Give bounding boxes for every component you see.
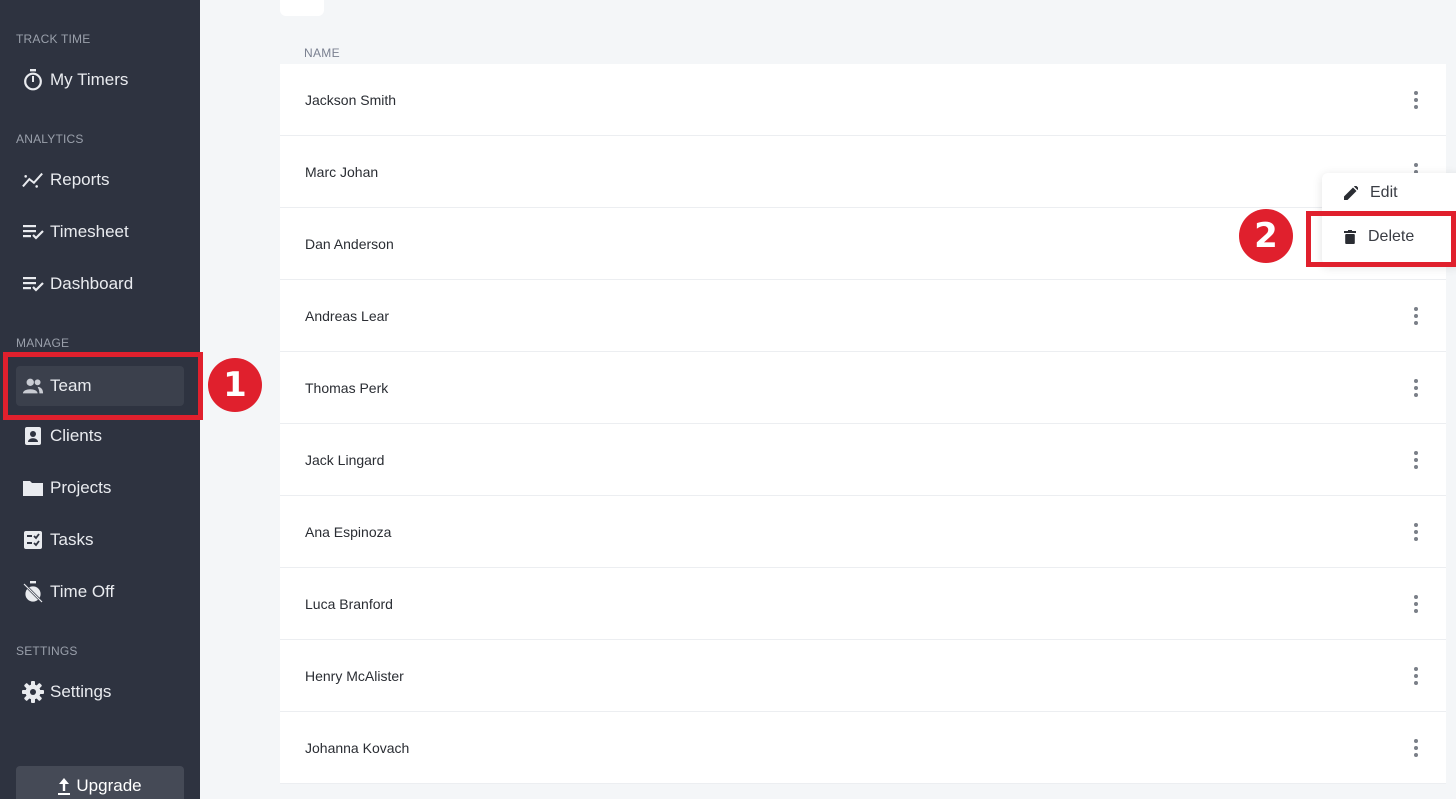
- member-name: Johanna Kovach: [305, 739, 410, 756]
- sidebar-item-label: Time Off: [50, 582, 115, 601]
- gear-icon: [22, 681, 44, 703]
- top-back-button[interactable]: [280, 0, 324, 16]
- member-name: Andreas Lear: [305, 307, 390, 324]
- step-badge-2: 2: [1239, 209, 1293, 263]
- table-row: Andreas Lear: [280, 280, 1446, 352]
- sidebar-item-label: Timesheet: [50, 222, 129, 241]
- table-row: Thomas Perk: [280, 352, 1446, 424]
- section-label-settings: SETTINGS: [16, 644, 78, 658]
- highlight-box-delete: [1306, 211, 1456, 267]
- checklist-icon: [22, 529, 44, 551]
- more-vert-icon[interactable]: [1410, 88, 1422, 112]
- list-check-icon: [22, 221, 44, 243]
- pencil-icon: [1344, 186, 1358, 200]
- table-row: Jackson Smith: [280, 64, 1446, 136]
- more-vert-icon[interactable]: [1410, 736, 1422, 760]
- upload-arrow-icon: [58, 777, 71, 795]
- section-label-analytics: ANALYTICS: [16, 132, 84, 146]
- sidebar-item-label: Reports: [50, 170, 110, 189]
- table-row: Henry McAlister: [280, 640, 1446, 712]
- member-name: Dan Anderson: [305, 235, 394, 252]
- upgrade-label: Upgrade: [76, 776, 142, 795]
- more-vert-icon[interactable]: [1410, 520, 1422, 544]
- column-header-name: NAME: [304, 46, 340, 60]
- stopwatch-icon: [22, 69, 44, 91]
- table-row: Johanna Kovach: [280, 712, 1446, 784]
- sidebar-item-label: Clients: [50, 426, 102, 445]
- sidebar-item-my-timers[interactable]: My Timers: [16, 60, 184, 100]
- sidebar-item-clients[interactable]: Clients: [16, 416, 184, 456]
- edit-menu-item[interactable]: Edit: [1322, 173, 1456, 213]
- member-name: Jack Lingard: [305, 451, 385, 468]
- list-check-icon: [22, 273, 44, 295]
- more-vert-icon[interactable]: [1410, 376, 1422, 400]
- sidebar-item-label: My Timers: [50, 70, 129, 89]
- sidebar-item-label: Dashboard: [50, 274, 134, 293]
- highlight-box-team: [3, 352, 203, 420]
- sidebar-item-projects[interactable]: Projects: [16, 468, 184, 508]
- table-row: Marc Johan: [280, 136, 1446, 208]
- member-name: Marc Johan: [305, 163, 379, 180]
- edit-label: Edit: [1370, 184, 1398, 201]
- contact-card-icon: [22, 425, 44, 447]
- step-badge-1: 1: [208, 358, 262, 412]
- sidebar-item-label: Tasks: [50, 530, 94, 549]
- section-label-manage: MANAGE: [16, 336, 70, 350]
- timer-off-icon: [22, 581, 44, 603]
- sidebar-item-label: Settings: [50, 682, 112, 701]
- sidebar-item-reports[interactable]: Reports: [16, 160, 184, 200]
- sidebar-item-dashboard[interactable]: Dashboard: [16, 264, 184, 304]
- member-name: Ana Espinoza: [305, 523, 392, 540]
- more-vert-icon[interactable]: [1410, 304, 1422, 328]
- member-name: Thomas Perk: [305, 379, 389, 396]
- sidebar-item-label: Projects: [50, 478, 112, 497]
- sidebar-item-settings[interactable]: Settings: [16, 672, 184, 712]
- member-name: Henry McAlister: [305, 667, 404, 684]
- table-row: Luca Branford: [280, 568, 1446, 640]
- trend-chart-icon: [22, 169, 44, 191]
- section-label-track-time: TRACK TIME: [16, 32, 91, 46]
- table-row: Jack Lingard: [280, 424, 1446, 496]
- upgrade-button[interactable]: Upgrade: [16, 766, 184, 799]
- team-list: Jackson Smith Marc Johan Dan Anderson An…: [280, 64, 1446, 784]
- table-row: Ana Espinoza: [280, 496, 1446, 568]
- folder-icon: [22, 477, 44, 499]
- member-name: Jackson Smith: [305, 91, 397, 108]
- more-vert-icon[interactable]: [1410, 664, 1422, 688]
- member-name: Luca Branford: [305, 595, 393, 612]
- sidebar-item-tasks[interactable]: Tasks: [16, 520, 184, 560]
- sidebar-item-timesheet[interactable]: Timesheet: [16, 212, 184, 252]
- more-vert-icon[interactable]: [1410, 448, 1422, 472]
- sidebar-item-time-off[interactable]: Time Off: [16, 572, 184, 612]
- more-vert-icon[interactable]: [1410, 592, 1422, 616]
